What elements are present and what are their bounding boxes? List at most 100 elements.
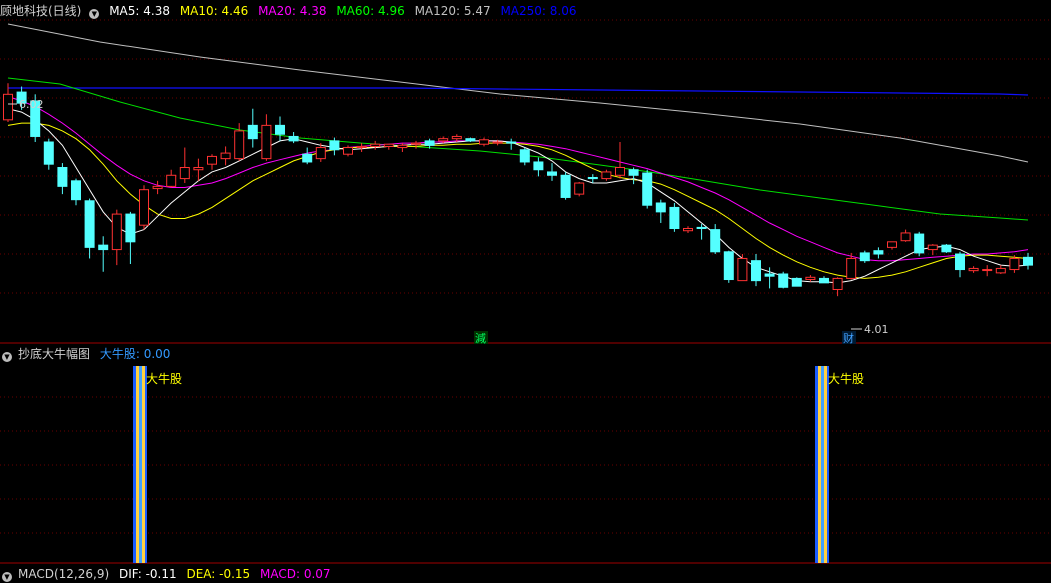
candle[interactable] [3,83,13,123]
bull-signal-bar [815,366,818,563]
candle-body [696,226,707,230]
candle[interactable] [737,254,748,282]
candle[interactable] [370,140,381,150]
candle[interactable] [560,171,571,200]
candle-body [533,161,544,171]
candle[interactable] [751,254,761,287]
candle[interactable] [968,266,979,273]
candle-body [43,141,54,165]
candle[interactable] [900,229,911,242]
candle-body [315,147,326,160]
candle[interactable] [84,198,95,259]
candle-body [139,189,149,226]
candle[interactable] [547,163,557,181]
candle[interactable] [139,185,149,230]
candle[interactable] [356,143,367,152]
candle[interactable] [43,138,54,170]
candle[interactable] [805,275,816,282]
candle-body [98,244,109,251]
candle[interactable] [791,277,802,287]
candle-body [628,169,639,176]
candle-body [1009,257,1020,271]
candle-body [723,251,734,281]
candle[interactable] [288,132,299,144]
candle[interactable] [859,250,870,263]
candle[interactable] [220,146,231,166]
candle[interactable] [601,169,612,181]
ma60-line [7,77,1029,221]
candle-body [710,229,721,253]
candle[interactable] [207,154,217,170]
candle[interactable] [887,241,897,250]
candle[interactable] [655,199,666,223]
candle-body [968,267,979,272]
candles[interactable] [3,83,1033,297]
candle[interactable] [982,265,993,277]
candlestick-chart[interactable]: 6.02 4.01 減 财 大牛股 大牛股 [0,0,1051,574]
candle[interactable] [111,209,122,266]
candle[interactable] [533,157,544,177]
candle[interactable] [873,247,884,259]
candle-body [57,167,68,187]
candle[interactable] [193,158,204,181]
candle-body [683,228,693,232]
candle-body [356,145,367,149]
candle[interactable] [397,143,408,152]
candle-body [451,135,462,140]
candle-body [927,244,938,251]
finance-marker[interactable]: 财 [843,331,854,345]
candle[interactable] [941,244,952,253]
bull-signal-bar [827,366,829,563]
candle-body [778,273,789,288]
candle[interactable] [179,147,190,184]
low-price-label: 4.01 [864,323,889,336]
candle-body [819,277,829,284]
candle[interactable] [574,181,585,197]
bull-signal-bar [142,366,145,563]
candle-body [995,267,1006,274]
candle[interactable] [247,108,258,148]
candle[interactable] [615,142,625,179]
candle[interactable] [995,265,1006,274]
long-ma-lines [7,23,1029,221]
candle-body [1023,256,1033,266]
candle-body [438,138,449,142]
candle[interactable] [914,231,925,257]
candle[interactable] [669,203,680,232]
candle[interactable] [683,226,693,233]
candle[interactable] [642,169,653,209]
candle[interactable] [166,169,177,188]
candle-body [288,135,299,142]
candle[interactable] [723,250,734,283]
candle[interactable] [696,224,707,240]
candle[interactable] [519,147,530,166]
candle[interactable] [927,244,938,256]
candle[interactable] [778,271,789,289]
candle-body [302,153,313,163]
candle[interactable] [1023,252,1033,270]
candle[interactable] [710,224,721,255]
candle[interactable] [465,137,476,142]
candle-body [519,149,530,163]
candle-body [887,241,897,248]
candle[interactable] [819,276,829,284]
candle-body [642,172,653,206]
candle[interactable] [152,180,163,195]
bull-signal-bar [818,366,821,563]
candle[interactable] [261,114,272,161]
candle[interactable] [71,178,81,206]
candle[interactable] [302,147,313,165]
candle[interactable] [479,137,489,147]
candle[interactable] [57,163,68,195]
candle-body [479,139,489,145]
high-price-label: 6.02 [19,98,44,111]
candle[interactable] [506,138,517,150]
reduce-marker[interactable]: 減 [475,331,486,345]
bull-signal-bar [821,366,824,563]
candle[interactable] [955,251,965,278]
candle[interactable] [125,211,136,264]
candle-body [669,206,680,230]
candle-body [791,277,802,287]
candle-body [397,144,408,149]
candle-body [492,141,503,144]
